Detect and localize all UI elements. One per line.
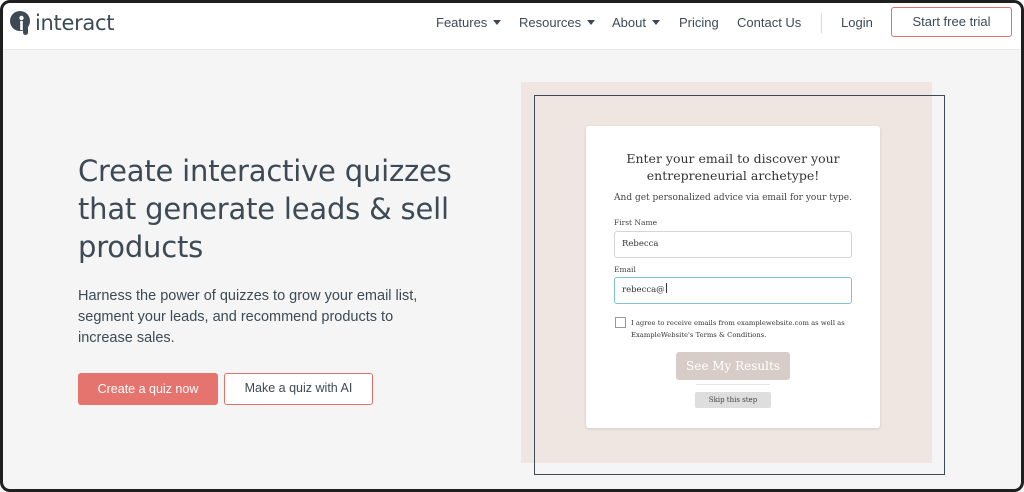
nav-resources[interactable]: Resources bbox=[519, 15, 596, 31]
consent-checkbox[interactable] bbox=[615, 317, 626, 328]
skip-step-button[interactable]: Skip this step bbox=[695, 392, 771, 408]
interact-logo-icon bbox=[10, 11, 30, 35]
hero-title: Create interactive quizzes that generate… bbox=[78, 154, 452, 264]
top-navigation: interact Features Resources About Pricin… bbox=[0, 0, 1024, 50]
nav-divider bbox=[821, 13, 822, 33]
nav-about-label: About bbox=[612, 15, 646, 30]
text-cursor bbox=[665, 283, 667, 293]
nav-resources-label: Resources bbox=[519, 15, 582, 30]
first-name-field[interactable]: Rebecca bbox=[614, 231, 852, 258]
email-value: rebecca@ bbox=[622, 285, 665, 295]
card-divider bbox=[696, 384, 770, 385]
nav-features[interactable]: Features bbox=[436, 15, 502, 31]
nav-features-label: Features bbox=[436, 15, 488, 30]
make-quiz-ai-button[interactable]: Make a quiz with AI bbox=[224, 373, 373, 405]
nav-about[interactable]: About bbox=[612, 15, 660, 31]
first-name-label: First Name bbox=[614, 218, 658, 227]
nav-pricing[interactable]: Pricing bbox=[679, 15, 719, 31]
consent-text: I agree to receive emails from examplewe… bbox=[631, 319, 845, 339]
hero-subtitle: Harness the power of quizzes to grow you… bbox=[78, 288, 418, 346]
card-subtitle: And get personalized advice via email fo… bbox=[614, 193, 852, 203]
first-name-value: Rebecca bbox=[622, 239, 659, 249]
chevron-down-icon bbox=[493, 20, 502, 25]
logo-text: interact bbox=[35, 11, 115, 35]
logo[interactable]: interact bbox=[9, 9, 114, 37]
create-quiz-button[interactable]: Create a quiz now bbox=[78, 373, 218, 405]
see-my-results-button[interactable]: See My Results bbox=[676, 352, 790, 380]
card-title: Enter your email to discover your entrep… bbox=[626, 151, 840, 183]
chevron-down-icon bbox=[651, 20, 660, 25]
login-link[interactable]: Login bbox=[841, 15, 873, 31]
quiz-lead-form-card: Enter your email to discover your entrep… bbox=[586, 126, 880, 428]
nav-contact[interactable]: Contact Us bbox=[737, 15, 801, 31]
email-label: Email bbox=[614, 265, 636, 274]
email-field[interactable]: rebecca@ bbox=[614, 277, 852, 304]
chevron-down-icon bbox=[587, 20, 596, 25]
start-free-trial-button[interactable]: Start free trial bbox=[891, 7, 1012, 37]
